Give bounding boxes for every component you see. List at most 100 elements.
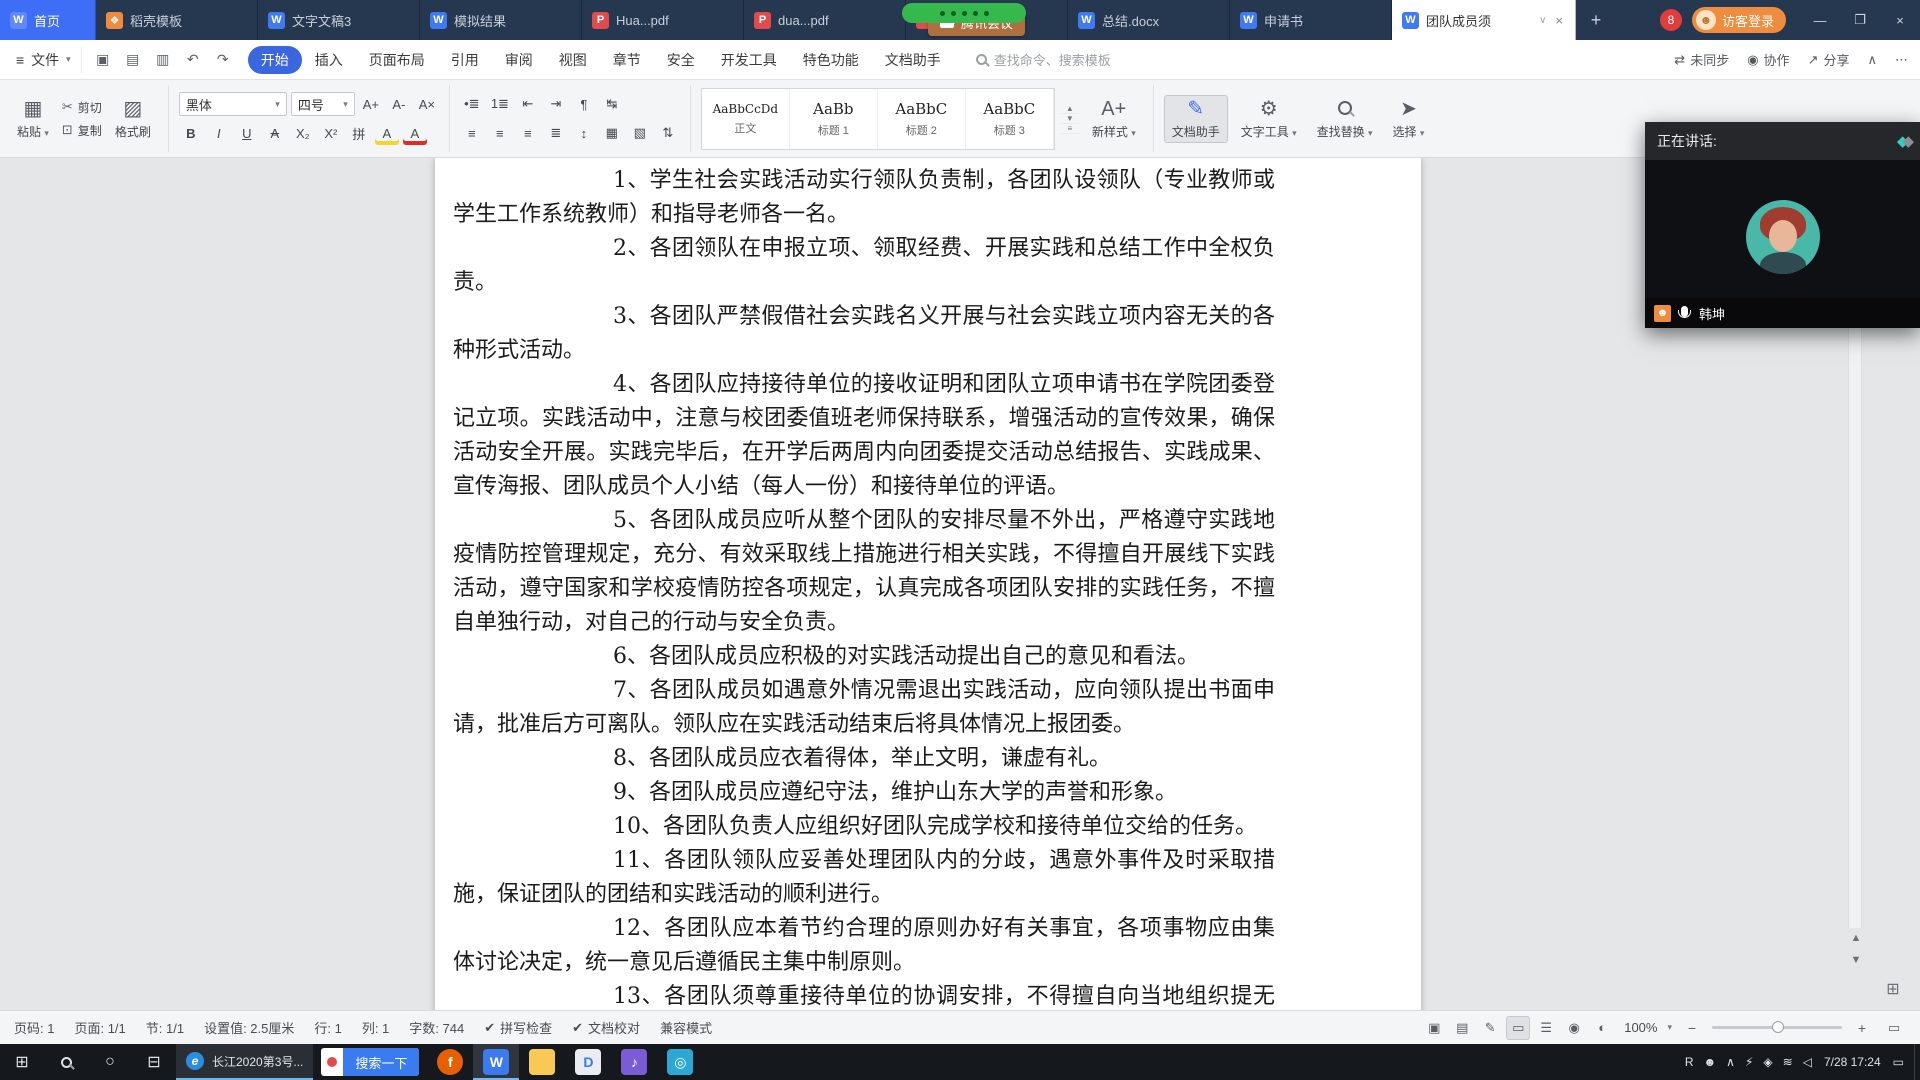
taskbar-app-icon[interactable]: ◎ <box>657 1044 703 1080</box>
fit-page-icon[interactable]: ▭ <box>1882 1016 1906 1040</box>
align-left-button[interactable]: ≡ <box>460 121 484 145</box>
show-desktop-button[interactable] <box>1914 1044 1920 1080</box>
highlight-color-button[interactable]: A <box>375 121 399 145</box>
indent-button[interactable]: ⇥ <box>544 92 568 116</box>
menu-tab[interactable]: 安全 <box>654 46 708 74</box>
document-tab[interactable]: W 首页 ∨ × <box>0 0 96 40</box>
start-button[interactable]: ⊞ <box>0 1044 44 1080</box>
borders-button[interactable]: ▦ <box>600 121 624 145</box>
view-mode-icon[interactable]: ◉ <box>1562 1016 1586 1040</box>
task-view-icon[interactable]: ⊟ <box>132 1044 176 1080</box>
cortana-icon[interactable]: ○ <box>88 1044 132 1080</box>
outdent-button[interactable]: ⇤ <box>516 92 540 116</box>
cut-button[interactable]: ✂ 剪切 <box>62 99 102 116</box>
grow-font-button[interactable]: A+ <box>359 92 383 116</box>
taskbar-search-widget[interactable]: 搜索一下 <box>321 1048 420 1076</box>
close-button[interactable]: × <box>1880 0 1920 40</box>
view-mode-icon[interactable]: ✎ <box>1478 1016 1502 1040</box>
print-preview-icon[interactable]: ▥ <box>150 47 176 73</box>
sort-button[interactable]: ⇅ <box>656 121 680 145</box>
document-tab[interactable]: P dua...pdf ∨ × <box>744 0 906 40</box>
menu-tab[interactable]: 页面布局 <box>356 46 438 74</box>
style-preset[interactable]: AaBb 标题 1 <box>790 88 878 149</box>
menu-tab[interactable]: 文档助手 <box>872 46 954 74</box>
clock[interactable]: 7/28 17:24 <box>1824 1055 1881 1069</box>
menu-tab[interactable]: 章节 <box>600 46 654 74</box>
guest-login-button[interactable]: ☻ 访客登录 <box>1691 7 1786 33</box>
document-tab[interactable]: W 团队成员须 ∨ × <box>1392 0 1576 40</box>
meeting-panel-header[interactable]: 正在讲话: ◆◆ <box>1645 122 1920 160</box>
view-mode-icon[interactable]: ☰ <box>1534 1016 1558 1040</box>
taskbar-app-icon[interactable] <box>519 1044 565 1080</box>
document-tab[interactable]: P Hua...pdf ∨ × <box>582 0 744 40</box>
file-menu-button[interactable]: ≡ 文件 ▾ <box>12 46 82 73</box>
doc-assistant-button[interactable]: ✎ 文档助手 <box>1163 94 1228 143</box>
justify-button[interactable]: ≣ <box>544 121 568 145</box>
copy-button[interactable]: ⊡ 复制 <box>62 122 102 139</box>
edge-task-button[interactable]: e 长江2020第3号... <box>176 1044 314 1080</box>
print-icon[interactable]: ▤ <box>120 47 146 73</box>
tray-icon[interactable]: ☻ <box>1704 1055 1717 1069</box>
font-size-select[interactable]: 四号 ▾ <box>290 92 355 116</box>
document-tab[interactable]: W 申请书 ∨ × <box>1230 0 1392 40</box>
chevron-down-icon[interactable]: ∨ <box>1539 15 1546 26</box>
subscript-button[interactable]: X₂ <box>291 121 315 145</box>
taskbar-app-icon[interactable]: ♪ <box>611 1044 657 1080</box>
previous-page-button[interactable]: ▲ <box>1846 928 1866 948</box>
menu-tab[interactable]: 开发工具 <box>708 46 790 74</box>
view-mode-icon[interactable]: ▤ <box>1450 1016 1474 1040</box>
spellcheck-status[interactable]: ✔ 拼写检查 <box>484 1018 552 1037</box>
align-center-button[interactable]: ≡ <box>488 121 512 145</box>
zoom-slider[interactable] <box>1712 1021 1842 1033</box>
save-icon[interactable]: ▣ <box>90 47 116 73</box>
tab-close-icon[interactable]: × <box>1553 13 1565 28</box>
chevron-down-icon[interactable]: ▾ <box>1667 1022 1672 1033</box>
collaborate-button[interactable]: ◉ 协作 <box>1747 50 1789 69</box>
menu-tab[interactable]: 特色功能 <box>790 46 872 74</box>
tencent-meeting-panel[interactable]: 正在讲话: ◆◆ ☻ 韩坤 <box>1645 122 1920 328</box>
format-painter-button[interactable]: ▨ 格式刷 <box>108 96 158 142</box>
collapse-ribbon-icon[interactable]: ∧ <box>1867 52 1877 68</box>
redo-icon[interactable]: ↷ <box>210 47 236 73</box>
zoom-slider-thumb[interactable] <box>1772 1021 1784 1033</box>
search-widget-button[interactable]: 搜索一下 <box>343 1048 420 1076</box>
document-page[interactable]: 1、学生社会实践活动实行领队负责制，各团队设领队（专业教师或学生工作系统教师）和… <box>435 158 1421 1010</box>
line-spacing-button[interactable]: ↕ <box>572 121 596 145</box>
taskbar-app-icon[interactable]: W <box>473 1044 520 1080</box>
pinyin-guide-button[interactable]: 拼 <box>347 121 371 145</box>
next-page-button[interactable]: ▼ <box>1846 950 1866 970</box>
command-search[interactable]: 查找命令、搜索模板 <box>975 50 1111 69</box>
tray-icon[interactable]: ◈ <box>1763 1055 1772 1069</box>
font-color-button[interactable]: A <box>403 121 427 145</box>
paragraph-mark-button[interactable]: ¶ <box>572 92 596 116</box>
gallery-down-icon[interactable]: ▼ <box>1060 114 1079 124</box>
zoom-percent[interactable]: 100% <box>1624 1020 1657 1035</box>
undo-icon[interactable]: ↶ <box>180 47 206 73</box>
more-options-icon[interactable]: ⋯ <box>1895 52 1908 68</box>
share-button[interactable]: ↗ 分享 <box>1808 50 1850 69</box>
text-tool-button[interactable]: ⚙ 文字工具 ▾ <box>1234 96 1304 142</box>
shading-button[interactable]: ▧ <box>628 121 652 145</box>
style-preset[interactable]: AaBbC 标题 3 <box>966 88 1054 149</box>
zoom-in-button[interactable]: + <box>1852 1020 1872 1036</box>
document-tab[interactable]: W 总结.docx ∨ × <box>1068 0 1230 40</box>
document-tab[interactable]: ❖ 稻壳模板 ∨ × <box>96 0 258 40</box>
document-tab[interactable]: W 模拟结果 ∨ × <box>420 0 582 40</box>
tray-icon[interactable]: ⚡ <box>1745 1055 1753 1069</box>
select-tool-button[interactable]: ➤ 选择 ▾ <box>1386 96 1432 142</box>
tray-icon[interactable]: ∧ <box>1726 1055 1735 1069</box>
tray-icon[interactable]: R <box>1685 1055 1694 1069</box>
document-tab[interactable]: W 文字文稿3 ∨ × <box>258 0 420 40</box>
zoom-out-button[interactable]: − <box>1682 1020 1702 1036</box>
shrink-font-button[interactable]: A- <box>387 92 411 116</box>
bullet-list-button[interactable]: •≣ <box>460 92 484 116</box>
clear-format-button[interactable]: A× <box>415 92 439 116</box>
font-name-select[interactable]: 黑体 ▾ <box>178 92 287 116</box>
underline-button[interactable]: U <box>235 121 259 145</box>
gallery-more-icon[interactable]: ≡ <box>1060 124 1079 134</box>
menu-tab[interactable]: 插入 <box>302 46 356 74</box>
sync-status[interactable]: ⇄ 未同步 <box>1674 50 1729 69</box>
bold-button[interactable]: B <box>179 121 203 145</box>
paste-button[interactable]: ▦ 粘贴 ▾ <box>10 96 56 142</box>
action-center-icon[interactable]: ▭ <box>1893 1055 1904 1069</box>
